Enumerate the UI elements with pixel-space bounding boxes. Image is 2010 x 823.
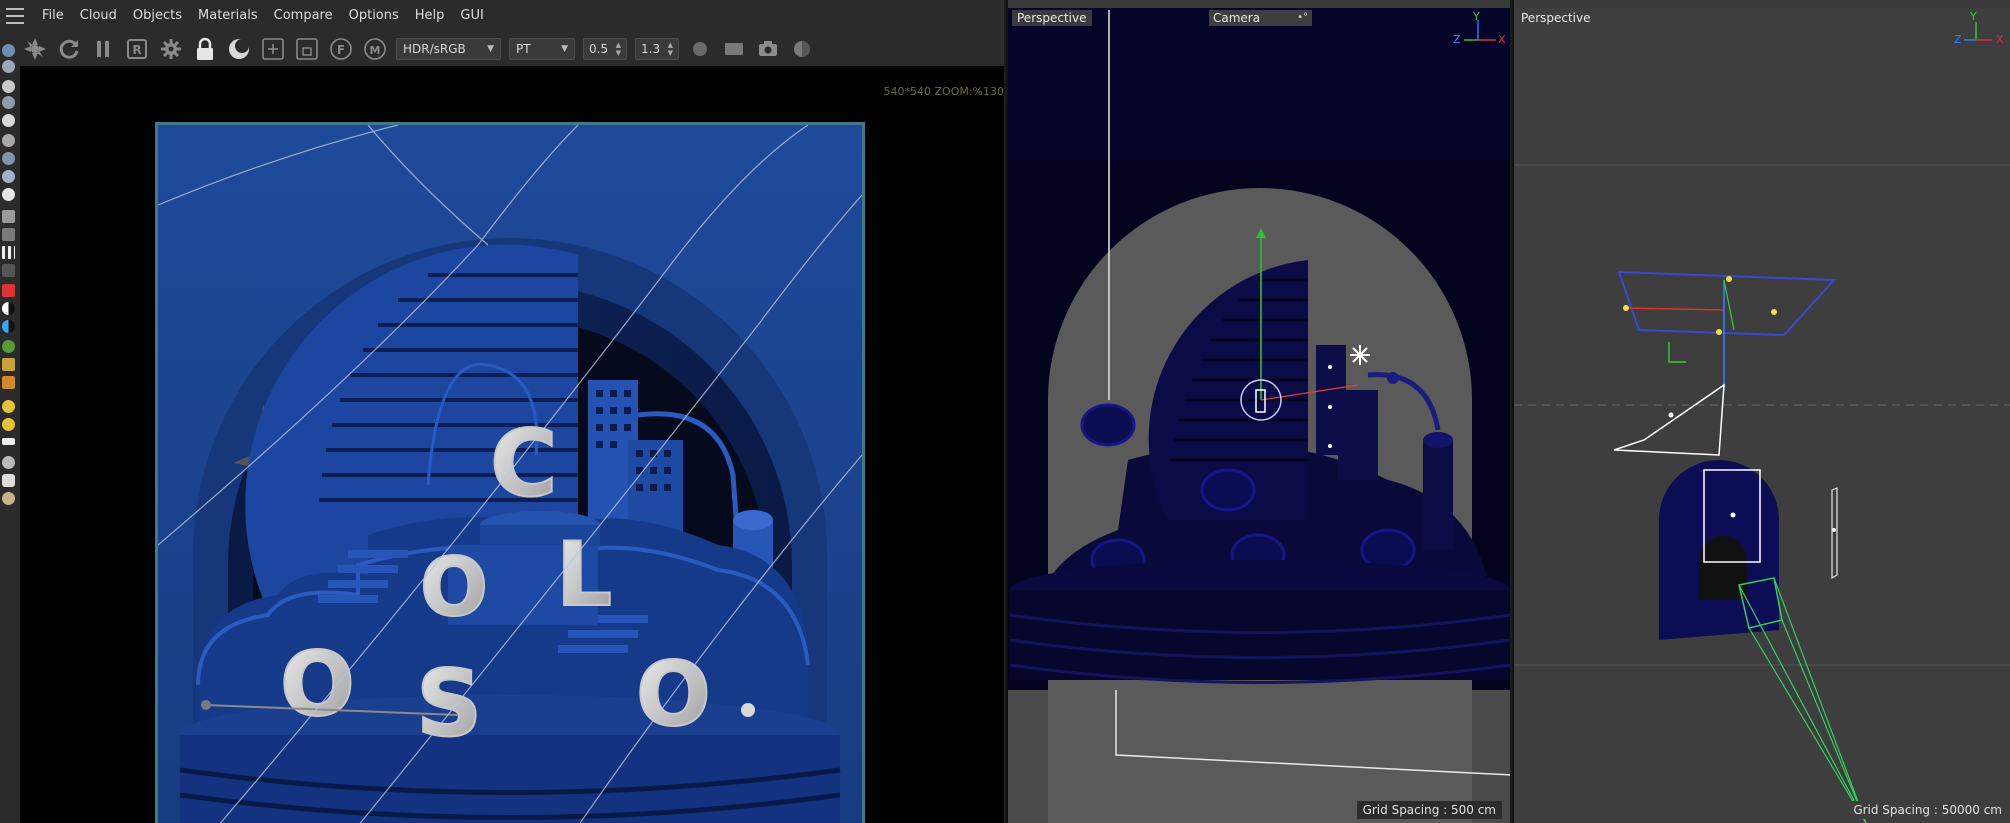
chevron-down-icon: ▼ xyxy=(561,43,568,54)
node-orange-icon[interactable] xyxy=(2,376,15,389)
menu-bar: File Cloud Objects Materials Compare Opt… xyxy=(0,0,1004,32)
node-sphere-icon[interactable] xyxy=(2,170,15,183)
render-image: C O L O S O xyxy=(155,122,865,823)
film-icon[interactable] xyxy=(721,36,747,62)
svg-text:R: R xyxy=(132,43,141,57)
octane-logo-icon[interactable] xyxy=(22,36,48,62)
invert-icon[interactable] xyxy=(2,302,15,315)
axis-x-label: X xyxy=(1996,33,2004,46)
clay-icon[interactable] xyxy=(294,36,320,62)
axis-y-label: Y xyxy=(1970,10,1977,23)
menu-file[interactable]: File xyxy=(34,0,72,32)
perspective-viewport[interactable]: Perspective Y X Z Grid Spacing: 50000 c… xyxy=(1512,0,2010,823)
kernel-value: PT xyxy=(516,41,531,56)
light-icon[interactable] xyxy=(2,418,15,431)
node-gear-icon[interactable] xyxy=(2,188,15,201)
node-sphere-icon[interactable] xyxy=(2,96,15,109)
node-icon-strip xyxy=(0,36,18,823)
value-b: 1.3 xyxy=(641,41,661,56)
refresh-icon[interactable] xyxy=(56,36,82,62)
value-a: 0.5 xyxy=(589,41,609,56)
node-sphere-icon[interactable] xyxy=(2,134,15,147)
node-sphere-icon[interactable] xyxy=(2,60,15,73)
pick-icon[interactable]: M xyxy=(362,36,388,62)
node-box-icon[interactable] xyxy=(2,210,15,223)
camera-viewport[interactable]: Perspective Camera •° Y X Z Grid Spacing… xyxy=(1006,0,1510,823)
axis-y-label: Y xyxy=(1473,10,1480,23)
svg-text:C: C xyxy=(490,410,558,517)
svg-text:M: M xyxy=(370,44,381,57)
perspective-viewport-scene xyxy=(1514,22,2010,823)
node-sphere-icon[interactable] xyxy=(2,152,15,165)
value-b-stepper[interactable]: 1.3 ▲ ▼ xyxy=(635,37,679,60)
value-a-stepper[interactable]: 0.5 ▲ ▼ xyxy=(583,37,627,60)
menu-help[interactable]: Help xyxy=(407,0,453,32)
node-texture-icon[interactable] xyxy=(2,492,15,505)
node-ring-icon[interactable] xyxy=(2,456,15,469)
grid-spacing-readout: Grid Spacing : 50000 cm xyxy=(1847,801,2008,819)
material-ball-icon[interactable] xyxy=(687,36,713,62)
node-orange-icon[interactable] xyxy=(2,358,15,371)
focus-icon[interactable]: F xyxy=(328,36,354,62)
stepper-arrows-icon[interactable]: ▲ ▼ xyxy=(616,41,621,57)
octane-sphere-icon[interactable] xyxy=(789,36,815,62)
mix-icon[interactable] xyxy=(2,320,15,333)
node-bar-icon[interactable] xyxy=(2,438,15,445)
zoom-readout: 540*540 ZOOM:%130 xyxy=(883,85,1004,98)
axis-z-label: Z xyxy=(1453,33,1461,46)
menu-gui[interactable]: GUI xyxy=(452,0,491,32)
settings-gear-icon[interactable] xyxy=(158,36,184,62)
node-gear-icon[interactable] xyxy=(2,114,15,127)
kernel-dropdown[interactable]: PT ▼ xyxy=(509,37,575,60)
node-green-icon[interactable] xyxy=(2,340,15,353)
rendered-scene: C O L O S O xyxy=(158,125,862,823)
svg-text:S: S xyxy=(416,650,482,757)
menu-objects[interactable]: Objects xyxy=(125,0,190,32)
menu-options[interactable]: Options xyxy=(341,0,407,32)
render-region-icon[interactable]: R xyxy=(124,36,150,62)
color-space-value: HDR/sRGB xyxy=(403,41,466,56)
node-gradient-icon[interactable] xyxy=(2,264,15,277)
svg-text:O: O xyxy=(280,633,355,736)
light-icon[interactable] xyxy=(2,400,15,413)
node-drop-icon[interactable] xyxy=(2,474,15,487)
color-space-dropdown[interactable]: HDR/sRGB ▼ xyxy=(396,37,501,60)
node-red-icon[interactable] xyxy=(2,284,15,297)
menu-compare[interactable]: Compare xyxy=(266,0,341,32)
octane-toolbar: R F M HDR/sRGB ▼ PT ▼ 0.5 ▲ ▼ 1.3 ▲ ▼ xyxy=(0,32,1004,65)
checker-icon[interactable] xyxy=(2,246,15,259)
svg-text:L: L xyxy=(556,523,612,626)
lock-icon[interactable] xyxy=(192,36,218,62)
stepper-arrows-icon[interactable]: ▲ ▼ xyxy=(668,41,673,57)
node-lines-icon[interactable] xyxy=(2,228,15,241)
pause-icon[interactable] xyxy=(90,36,116,62)
chevron-down-icon: ▼ xyxy=(487,43,494,54)
node-sphere-icon[interactable] xyxy=(2,80,15,93)
render-viewport[interactable]: 540*540 ZOOM:%130 C O L O S O xyxy=(20,66,1004,823)
sphere-icon[interactable] xyxy=(226,36,252,62)
axis-z-label: Z xyxy=(1954,33,1962,46)
axis-x-label: X xyxy=(1498,33,1506,46)
camera-snapshot-icon[interactable] xyxy=(755,36,781,62)
grid-spacing-readout: Grid Spacing : 500 cm xyxy=(1356,801,1502,819)
add-region-icon[interactable] xyxy=(260,36,286,62)
octane-live-viewer: File Cloud Objects Materials Compare Opt… xyxy=(0,0,1004,823)
node-sphere-icon[interactable] xyxy=(2,44,15,57)
cinema4d-app: File Cloud Objects Materials Compare Opt… xyxy=(0,0,2010,823)
menu-materials[interactable]: Materials xyxy=(190,0,266,32)
svg-text:F: F xyxy=(337,43,345,57)
camera-viewport-scene xyxy=(1008,10,1510,823)
hamburger-menu-icon[interactable] xyxy=(6,8,24,24)
svg-text:O: O xyxy=(420,541,488,634)
menu-cloud[interactable]: Cloud xyxy=(72,0,125,32)
